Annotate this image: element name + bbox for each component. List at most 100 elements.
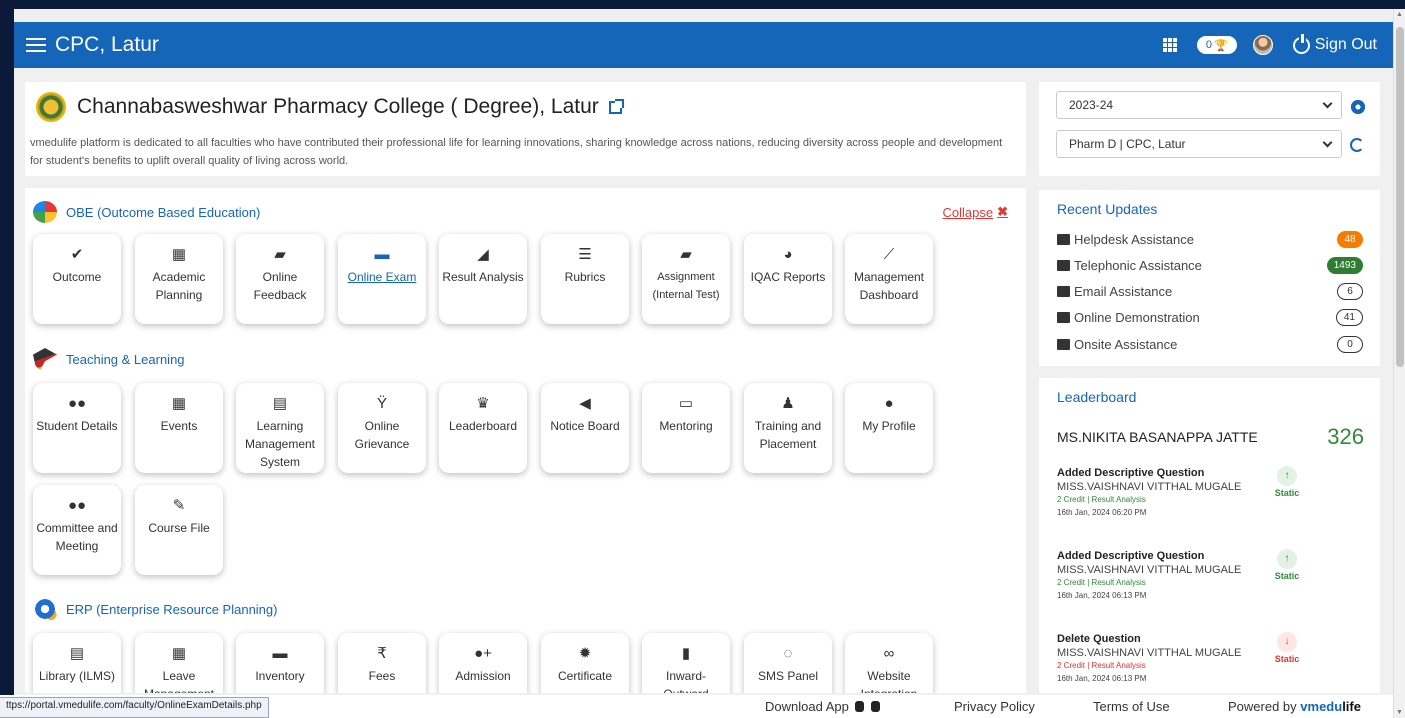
users-icon: ●● xyxy=(67,497,87,514)
tile-course-file[interactable]: ✎ Course File xyxy=(135,485,223,575)
activity-user: MISS.VAISHNAVI VITTHAL MUGALE xyxy=(1057,564,1242,576)
terms-of-use-link[interactable]: Terms of Use xyxy=(1093,699,1170,714)
arrow-up-icon: ↑ xyxy=(1277,466,1297,486)
activity-meta: 2 Credit | Result Analysis xyxy=(1057,578,1146,587)
update-online-demo[interactable]: Online Demonstration 41 xyxy=(1057,307,1363,327)
tile-events[interactable]: ▦ Events xyxy=(135,383,223,473)
tile-management-dashboard[interactable]: ⟋ Management Dashboard xyxy=(845,234,933,324)
update-email[interactable]: Email Assistance 6 xyxy=(1057,281,1363,301)
top-leader-name: MS.NIKITA BASANAPPA JATTE xyxy=(1057,429,1258,445)
tile-fees[interactable]: ₹ Fees xyxy=(338,633,426,693)
tile-leave-management[interactable]: ▦ Leave Management xyxy=(135,633,223,693)
comment-icon: ▰ xyxy=(274,246,286,263)
apple-icon[interactable] xyxy=(871,701,881,712)
tile-library[interactable]: ▤ Library (ILMS) xyxy=(33,633,121,693)
tile-lms[interactable]: ▤ Learning Management System xyxy=(236,383,324,473)
tile-label: Website Integration xyxy=(861,669,918,693)
tile-label: Fees xyxy=(368,669,396,683)
update-telephonic[interactable]: Telephonic Assistance 1493 xyxy=(1057,255,1363,275)
count-badge: 41 xyxy=(1335,308,1363,326)
activity-meta: 2 Credit | Result Analysis xyxy=(1057,661,1146,670)
tile-result-analysis[interactable]: ◢ Result Analysis xyxy=(439,234,527,324)
tile-my-profile[interactable]: ● My Profile xyxy=(845,383,933,473)
tile-label: Mentoring xyxy=(659,419,713,433)
desktop-icon xyxy=(1057,233,1070,245)
hamburger-menu-icon[interactable] xyxy=(26,38,46,52)
tile-label: Admission xyxy=(455,669,511,683)
user-icon: ● xyxy=(884,395,894,412)
tile-academic-planning[interactable]: ▦ Academic Planning xyxy=(135,234,223,324)
recent-updates-title: Recent Updates xyxy=(1057,201,1158,217)
tile-rubrics[interactable]: ☰ Rubrics xyxy=(541,234,629,324)
download-app-link[interactable]: Download App xyxy=(765,699,881,714)
tile-website-integration[interactable]: ∞ Website Integration xyxy=(845,633,933,693)
phone-icon xyxy=(1057,259,1070,271)
sign-out-button[interactable]: Sign Out xyxy=(1292,33,1377,54)
update-label: Email Assistance xyxy=(1074,283,1173,299)
update-helpdesk[interactable]: Helpdesk Assistance 48 xyxy=(1057,229,1363,249)
scroll-down-arrow-icon[interactable]: ▼ xyxy=(1396,709,1403,716)
tile-online-grievance[interactable]: Ÿ Online Grievance xyxy=(338,383,426,473)
status-indicator: ↑ Static xyxy=(1257,466,1317,498)
rupee-icon: ₹ xyxy=(377,645,387,662)
tile-assignment[interactable]: ▰ Assignment (Internal Test) xyxy=(642,234,730,324)
tile-label: Online Exam xyxy=(347,270,417,284)
tile-student-details[interactable]: ●● Student Details xyxy=(33,383,121,473)
tile-iqac-reports[interactable]: ◕ IQAC Reports xyxy=(744,234,832,324)
tile-training-placement[interactable]: ♟ Training and Placement xyxy=(744,383,832,473)
arrow-up-icon: ↑ xyxy=(1277,549,1297,569)
powered-by[interactable]: Powered by vmedulife xyxy=(1228,699,1361,714)
tile-label: Certificate xyxy=(557,669,613,683)
tile-admission[interactable]: ●+ Admission xyxy=(439,633,527,693)
gear-icon[interactable] xyxy=(1351,100,1365,114)
app-title: CPC, Latur xyxy=(55,33,159,56)
erp-title-text: ERP (Enterprise Resource Planning) xyxy=(66,601,278,617)
scroll-up-arrow-icon[interactable]: ▲ xyxy=(1396,11,1403,18)
tile-mentoring[interactable]: ▭ Mentoring xyxy=(642,383,730,473)
tile-label: Course File xyxy=(148,521,210,535)
vertical-scrollbar[interactable]: ▲ ▼ xyxy=(1393,9,1405,718)
android-icon[interactable] xyxy=(855,701,865,712)
tile-label: Online Feedback xyxy=(253,270,307,302)
brand-name-part: life xyxy=(1342,699,1361,714)
avatar[interactable] xyxy=(1252,35,1273,55)
tile-sms-panel[interactable]: ◌ SMS Panel xyxy=(744,633,832,693)
trophy-icon: ♛ xyxy=(476,395,490,412)
apps-grid-icon[interactable] xyxy=(1162,38,1177,52)
college-logo xyxy=(36,92,66,122)
tile-outcome[interactable]: ✔ Outcome xyxy=(33,234,121,324)
calendar-icon: ▦ xyxy=(171,246,187,263)
tile-online-exam[interactable]: ▬ Online Exam xyxy=(338,234,426,324)
leaderboard-title: Leaderboard xyxy=(1057,389,1137,405)
sticky-note-icon: ▰ xyxy=(680,246,692,263)
tile-committee-meeting[interactable]: ●● Committee and Meeting xyxy=(33,485,121,575)
teaching-title-text: Teaching & Learning xyxy=(66,351,185,367)
tile-online-feedback[interactable]: ▰ Online Feedback xyxy=(236,234,324,324)
tile-notice-board[interactable]: ◀ Notice Board xyxy=(541,383,629,473)
check-icon: ✔ xyxy=(70,246,84,263)
tile-leaderboard[interactable]: ♛ Leaderboard xyxy=(439,383,527,473)
window-left-edge xyxy=(0,9,14,718)
leaderboard-card: Leaderboard MS.NIKITA BASANAPPA JATTE 32… xyxy=(1039,378,1380,693)
program-select[interactable]: Pharm D | CPC, Latur xyxy=(1056,130,1342,158)
tile-label: Training and Placement xyxy=(754,419,822,451)
tile-inventory[interactable]: ▬ Inventory xyxy=(236,633,324,693)
tile-label: Outcome xyxy=(52,270,102,284)
tile-inward-outward[interactable]: ▮ Inward-Outward xyxy=(642,633,730,693)
update-label: Helpdesk Assistance xyxy=(1074,231,1194,247)
privacy-policy-link[interactable]: Privacy Policy xyxy=(954,699,1035,714)
trophy-badge[interactable]: 0 🏆 xyxy=(1196,36,1237,54)
chalkboard-icon: ▭ xyxy=(678,395,694,412)
video-icon xyxy=(1057,311,1070,323)
refresh-icon[interactable] xyxy=(1350,138,1364,152)
external-link-icon[interactable] xyxy=(608,98,624,114)
tile-label: Committee and Meeting xyxy=(36,521,118,553)
scrollbar-thumb[interactable] xyxy=(1396,27,1404,367)
update-onsite[interactable]: Onsite Assistance 0 xyxy=(1057,334,1363,354)
collapse-button[interactable]: Collapse ✖ xyxy=(943,204,1009,220)
academic-year-select[interactable]: 2023-24 xyxy=(1056,91,1342,119)
user-tie-icon: ♟ xyxy=(781,395,795,412)
activity-item: Added Descriptive Question MISS.VAISHNAV… xyxy=(1057,466,1367,520)
tile-certificate[interactable]: ✹ Certificate xyxy=(541,633,629,693)
pie-chart-icon: ◕ xyxy=(783,246,793,263)
